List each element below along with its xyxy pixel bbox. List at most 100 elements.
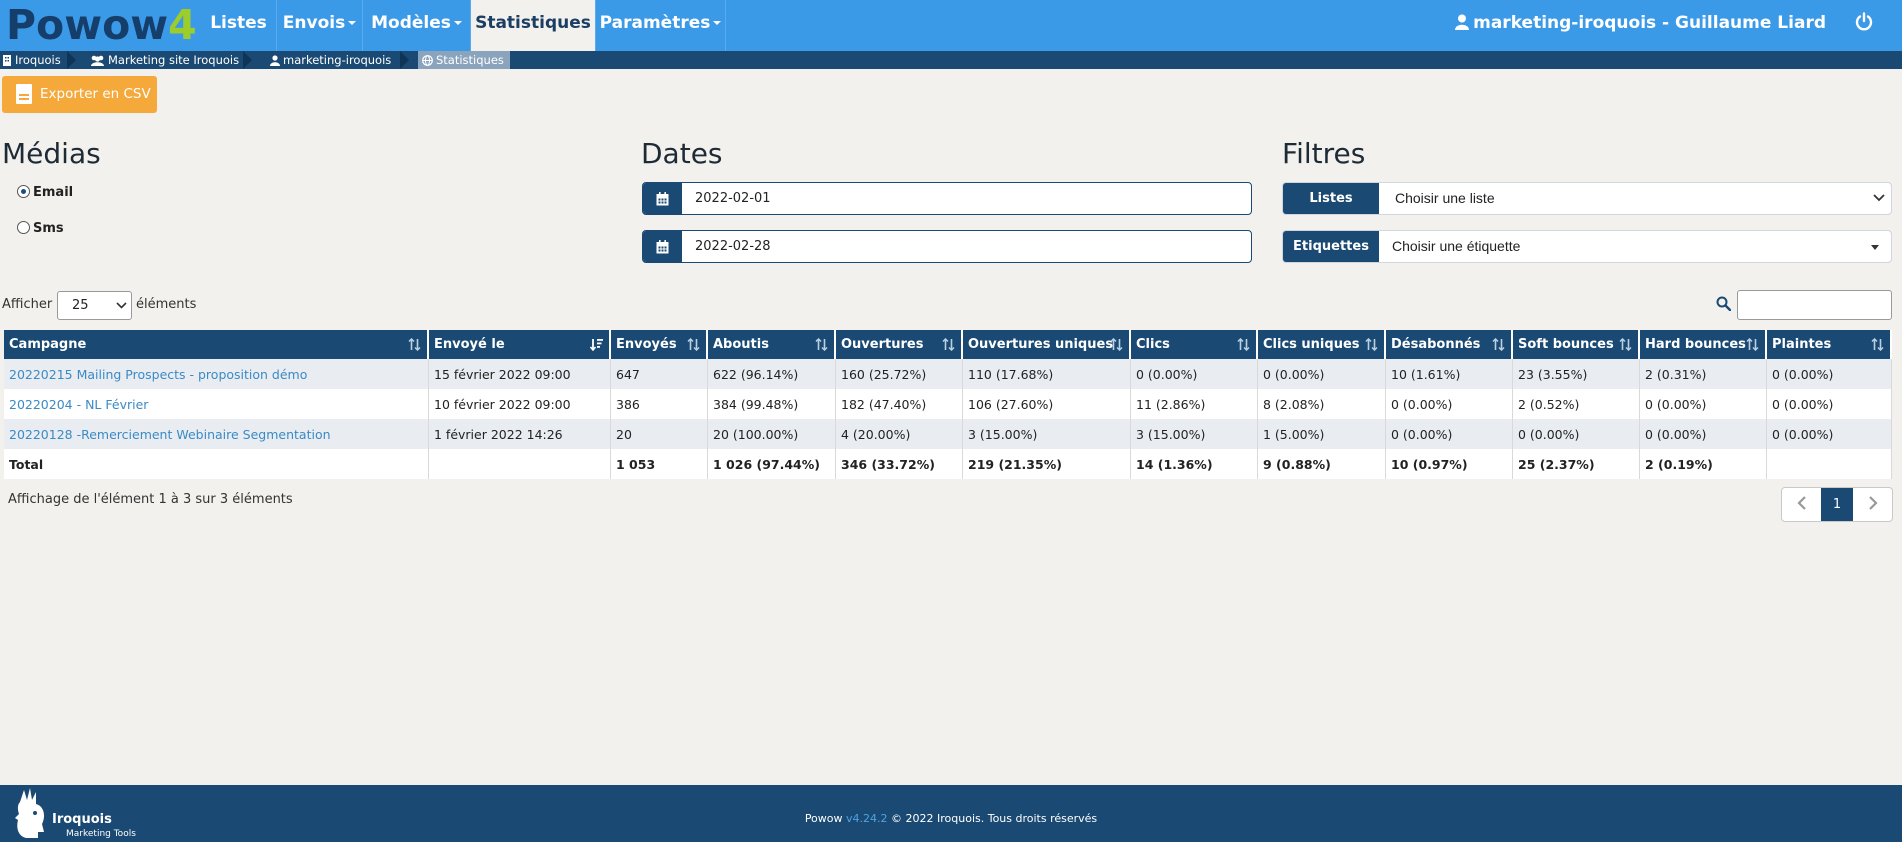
chevron-right-icon [1868,496,1878,510]
column-header[interactable]: Désabonnés [1386,330,1513,359]
caret-down-icon [453,21,462,25]
column-header[interactable]: Clics uniques [1258,330,1386,359]
show-label: Afficher [2,297,53,312]
table-cell: 20220128 -Remerciement Webinaire Segment… [4,419,429,449]
chevron-down-icon [116,302,127,309]
top-navbar: Powow4 Listes Envois Modèles Statistique… [0,0,1902,51]
breadcrumb-separator [243,51,252,69]
chevron-down-icon [1873,194,1885,202]
column-header[interactable]: Envoyés [611,330,708,359]
total-cell: 9 (0.88%) [1258,449,1386,479]
table-cell: 10 février 2022 09:00 [429,389,611,419]
logo-version-text: 4 [168,1,197,49]
sort-icon [408,338,421,351]
power-icon[interactable] [1854,12,1874,32]
radio-checked-icon [17,185,30,198]
iroquois-mascot-icon [15,788,44,838]
column-header[interactable]: Hard bounces [1640,330,1767,359]
page-size-select[interactable]: 25 [57,291,132,320]
nav-envois[interactable]: Envois [277,0,363,51]
breadcrumb: Iroquois Marketing site Iroquois marketi… [0,51,1902,69]
page-size-value: 25 [72,298,89,313]
sort-icon [1746,338,1759,351]
column-header-label: Plaintes [1772,337,1832,352]
total-cell: Total [4,449,429,479]
table-cell: 160 (25.72%) [836,359,963,389]
table-cell: 106 (27.60%) [963,389,1131,419]
table-info: Affichage de l'élément 1 à 3 sur 3 éléme… [8,492,293,507]
table-cell: 0 (0.00%) [1640,419,1767,449]
sort-icon [815,338,828,351]
campaign-link[interactable]: 20220215 Mailing Prospects - proposition… [9,367,307,382]
table-cell: 0 (0.00%) [1258,359,1386,389]
table-cell: 110 (17.68%) [963,359,1131,389]
breadcrumb-statistiques[interactable]: Statistiques [418,51,510,69]
nav-modeles[interactable]: Modèles [363,0,471,51]
powow-logo[interactable]: Powow4 [6,1,206,49]
stats-table: Campagne Envoyé le Envoyés Aboutis Ouverture… [4,330,1892,479]
date-end-input[interactable]: 2022-02-28 [642,230,1252,263]
total-cell: 346 (33.72%) [836,449,963,479]
table-row: 20220215 Mailing Prospects - proposition… [4,359,1892,389]
column-header[interactable]: Ouvertures uniques [963,330,1131,359]
nav-listes-label: Listes [210,13,267,33]
user-icon [270,55,280,66]
user-menu[interactable]: marketing-iroquois - Guillaume Liard [1455,0,1826,46]
pagination-next[interactable] [1853,488,1892,521]
sort-icon [1110,338,1123,351]
users-icon [91,55,104,66]
etiquettes-select[interactable]: Etiquettes Choisir une étiquette [1282,230,1892,263]
table-header-row: Campagne Envoyé le Envoyés Aboutis Ouverture… [4,330,1892,359]
date-start-value: 2022-02-01 [695,191,771,206]
column-header[interactable]: Aboutis [708,330,836,359]
breadcrumb-marketing-site[interactable]: Marketing site Iroquois [88,51,239,69]
pagination: 1 [1781,487,1893,522]
listes-select[interactable]: Listes Choisir une liste [1282,182,1892,215]
column-header[interactable]: Envoyé le [429,330,611,359]
export-csv-button[interactable]: Exporter en CSV [2,76,157,113]
nav-statistiques[interactable]: Statistiques [471,0,596,51]
search-icon [1716,296,1731,311]
column-header[interactable]: Campagne [4,330,429,359]
sort-icon [1237,338,1250,351]
nav-statistiques-label: Statistiques [475,13,591,33]
column-header[interactable]: Ouvertures [836,330,963,359]
table-total-row: Total 1 053 1 026 (97.44%) 346 (33.72%) 219 … [4,449,1892,479]
footer-version[interactable]: v4.24.2 [846,812,888,825]
calendar-icon [643,183,682,214]
table-cell: 8 (2.08%) [1258,389,1386,419]
nav-listes[interactable]: Listes [201,0,277,51]
pagination-page[interactable]: 1 [1821,488,1853,521]
column-header[interactable]: Plaintes [1767,330,1892,359]
breadcrumb-marketing-iroquois[interactable]: marketing-iroquois [268,51,391,69]
nav-parametres-label: Paramètres [599,13,711,33]
campaign-link[interactable]: 20220128 -Remerciement Webinaire Segment… [9,427,331,442]
total-cell: 1 026 (97.44%) [708,449,836,479]
etiquettes-value: Choisir une étiquette [1392,238,1521,254]
sort-icon [1619,338,1632,351]
total-cell: 219 (21.35%) [963,449,1131,479]
breadcrumb-iroquois[interactable]: Iroquois [0,51,67,69]
column-header-label: Soft bounces [1518,337,1614,352]
breadcrumb-label: Marketing site Iroquois [108,53,240,67]
column-header[interactable]: Clics [1131,330,1258,359]
iroquois-logo: Iroquois Marketing Tools [10,788,140,840]
table-cell: 0 (0.00%) [1513,419,1640,449]
footer: Powow v4.24.2 © 2022 Iroquois. Tous droi… [0,785,1902,842]
column-header[interactable]: Soft bounces [1513,330,1640,359]
sort-desc-icon [590,339,603,351]
date-start-input[interactable]: 2022-02-01 [642,182,1252,215]
breadcrumb-label: marketing-iroquois [283,53,392,67]
total-cell [1767,449,1892,479]
nav-modeles-label: Modèles [371,13,451,33]
dates-title: Dates [641,137,723,170]
table-cell: 15 février 2022 09:00 [429,359,611,389]
nav-parametres[interactable]: Paramètres [596,0,726,51]
total-cell: 14 (1.36%) [1131,449,1258,479]
radio-email[interactable]: Email [17,185,73,200]
table-search-input[interactable] [1737,290,1892,320]
pagination-prev[interactable] [1782,488,1821,521]
radio-sms[interactable]: Sms [17,221,64,236]
campaign-link[interactable]: 20220204 - NL Février [9,397,148,412]
csv-file-icon [16,84,32,104]
